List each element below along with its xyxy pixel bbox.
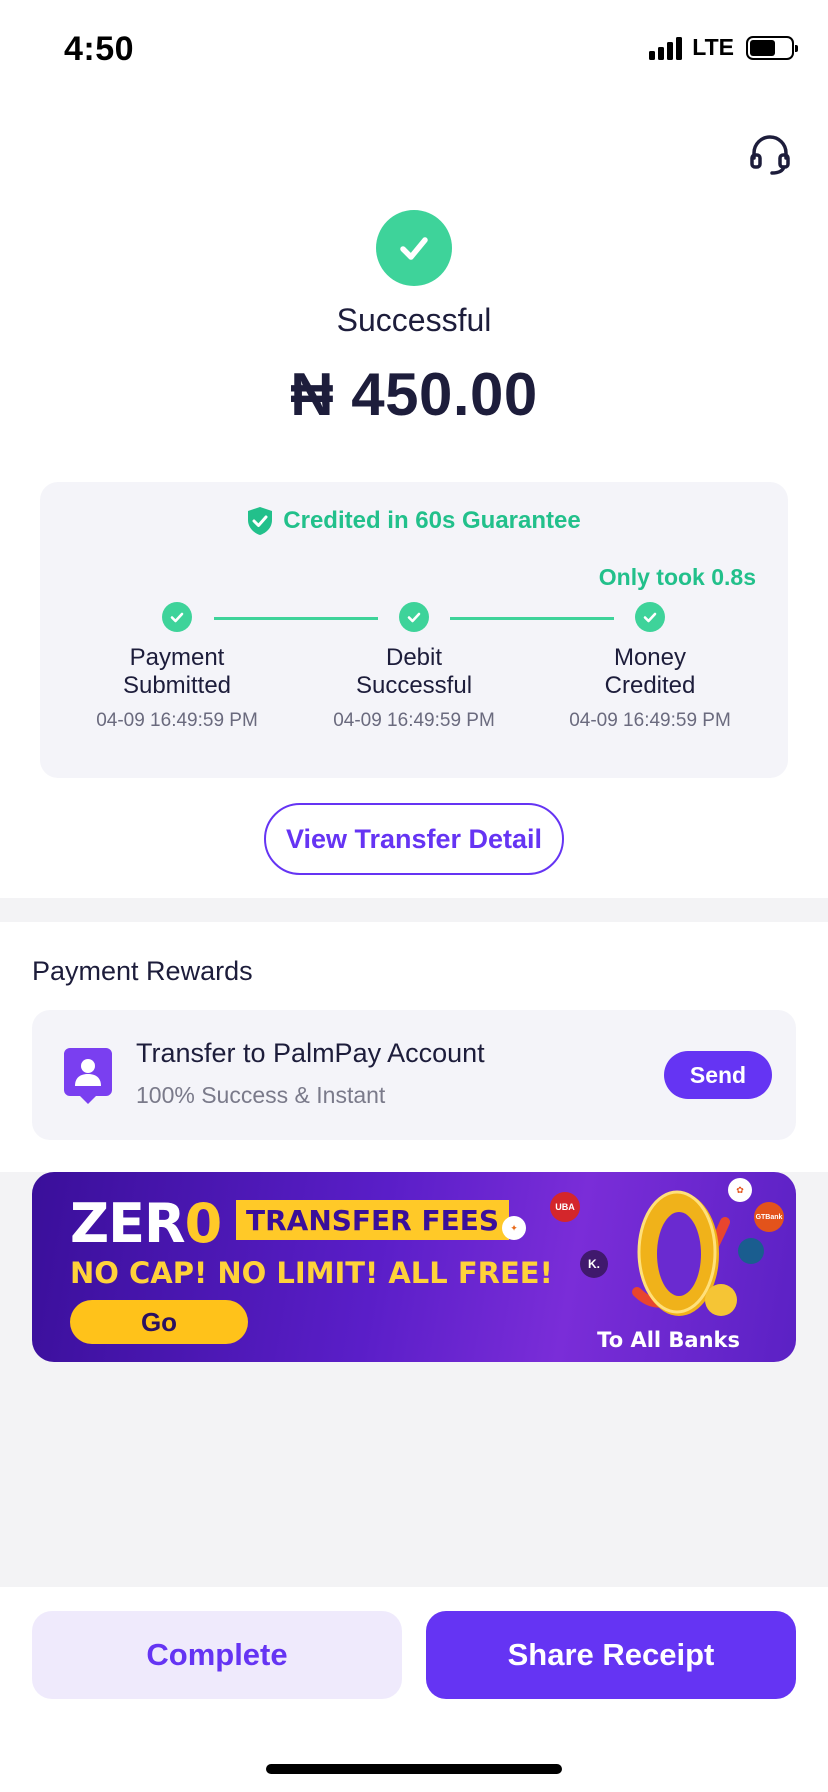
guarantee-text: Credited in 60s Guarantee bbox=[283, 507, 581, 534]
check-icon bbox=[399, 602, 429, 632]
status-title: Successful bbox=[336, 302, 492, 338]
battery-icon bbox=[746, 35, 798, 60]
step-label: Debit Successful bbox=[355, 644, 473, 699]
step-debit-successful: Debit Successful 04-09 16:49:59 PM bbox=[304, 602, 524, 732]
bottom-action-bar: Complete Share Receipt bbox=[0, 1587, 828, 1792]
view-transfer-detail-button[interactable]: View Transfer Detail bbox=[264, 803, 564, 875]
shield-check-icon bbox=[248, 507, 273, 535]
amount: ₦ 450.00 bbox=[290, 361, 538, 428]
banner-footer: To All Banks bbox=[597, 1328, 740, 1352]
network-type: LTE bbox=[692, 34, 734, 60]
bank-logo: ✿ bbox=[728, 1178, 752, 1202]
elapsed-time: Only took 0.8s bbox=[598, 564, 756, 590]
banner-tagline: NO CAP! NO LIMIT! ALL FREE! bbox=[70, 1256, 553, 1290]
reward-title: Transfer to PalmPay Account bbox=[136, 1038, 485, 1068]
banner-go-button[interactable]: Go bbox=[70, 1300, 248, 1344]
bank-logo: ✦ bbox=[502, 1216, 526, 1240]
send-button[interactable]: Send bbox=[664, 1051, 772, 1099]
banner-fees-label: TRANSFER FEES bbox=[236, 1200, 510, 1240]
gold-zero-illustration bbox=[632, 1190, 737, 1316]
section-divider bbox=[0, 898, 828, 922]
bank-logo bbox=[738, 1238, 764, 1264]
zero-fees-promo-banner[interactable]: ZER0 TRANSFER FEES NO CAP! NO LIMIT! ALL… bbox=[32, 1172, 796, 1362]
check-icon bbox=[162, 602, 192, 632]
step-money-credited: Money Credited 04-09 16:49:59 PM bbox=[540, 602, 760, 732]
status-bar: 4:50 LTE bbox=[0, 0, 828, 100]
reward-card[interactable]: Transfer to PalmPay Account 100% Success… bbox=[32, 1010, 796, 1140]
status-indicators: LTE bbox=[649, 34, 798, 61]
step-label: Money Credited bbox=[604, 644, 696, 699]
home-indicator bbox=[266, 1764, 562, 1774]
check-icon bbox=[635, 602, 665, 632]
step-payment-submitted: Payment Submitted 04-09 16:49:59 PM bbox=[67, 602, 287, 732]
rewards-title: Payment Rewards bbox=[32, 956, 253, 986]
step-time: 04-09 16:49:59 PM bbox=[96, 710, 258, 731]
success-check-icon bbox=[376, 210, 452, 286]
reward-subtitle: 100% Success & Instant bbox=[136, 1082, 386, 1108]
kuda-bank-logo: K. bbox=[580, 1250, 608, 1278]
step-time: 04-09 16:49:59 PM bbox=[333, 710, 495, 731]
headset-support-icon[interactable] bbox=[748, 132, 792, 176]
complete-button[interactable]: Complete bbox=[32, 1611, 402, 1699]
uba-bank-logo: UBA bbox=[550, 1192, 580, 1222]
step-time: 04-09 16:49:59 PM bbox=[569, 710, 731, 731]
step-label: Payment Submitted bbox=[122, 644, 232, 699]
cellular-signal-icon bbox=[649, 36, 683, 60]
guarantee-label: Credited in 60s Guarantee bbox=[40, 506, 788, 536]
transfer-progress-card: Credited in 60s Guarantee Only took 0.8s… bbox=[40, 482, 788, 778]
user-account-icon bbox=[64, 1048, 112, 1104]
gtbank-logo: GTBank bbox=[754, 1202, 784, 1232]
status-time: 4:50 bbox=[64, 30, 135, 68]
banner-headline: ZER0 bbox=[70, 1192, 222, 1255]
share-receipt-button[interactable]: Share Receipt bbox=[426, 1611, 796, 1699]
